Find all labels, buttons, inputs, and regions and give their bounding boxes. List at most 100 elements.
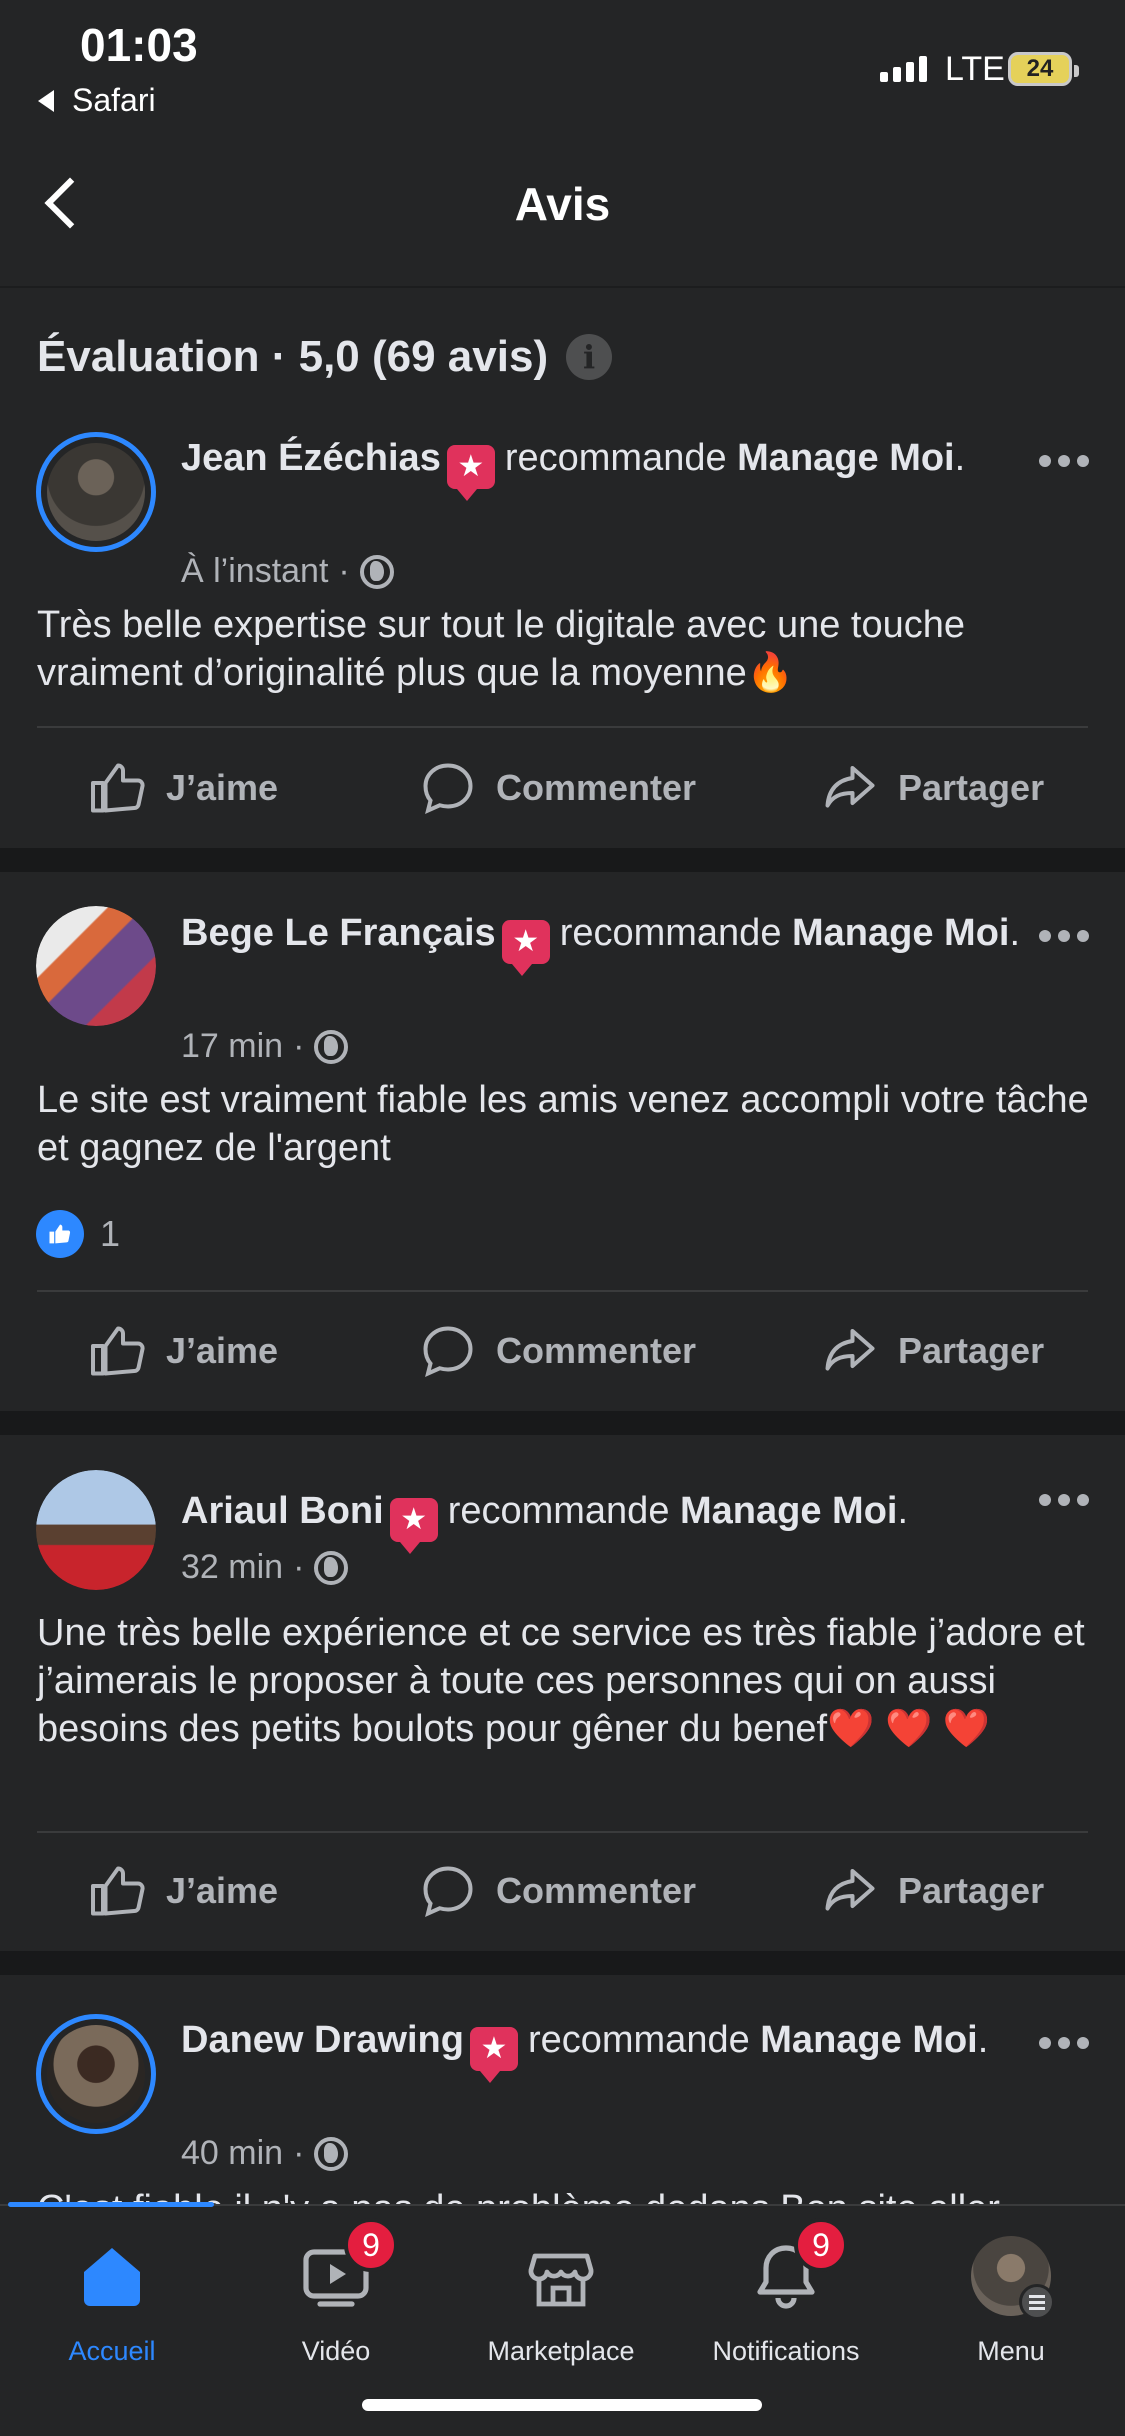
- clock: 01:03: [80, 19, 198, 71]
- avatar[interactable]: [36, 2014, 156, 2134]
- review-post: Danew Drawing ★ recommande Manage Moi. 40 …: [0, 1975, 1125, 2204]
- more-options-icon[interactable]: [1039, 2037, 1089, 2049]
- share-arrow-icon: [825, 1869, 875, 1911]
- reaction-count[interactable]: 1: [36, 1210, 120, 1258]
- like-button[interactable]: J’aime: [88, 1321, 278, 1381]
- review-text: Une très belle expérience et ce service …: [37, 1612, 1085, 1750]
- home-indicator: [362, 2399, 762, 2411]
- back-to-safari-link[interactable]: Safari: [38, 82, 156, 119]
- comment-button[interactable]: Commenter: [418, 1321, 696, 1381]
- page-title: Avis: [514, 178, 611, 230]
- comment-button[interactable]: Commenter: [418, 758, 696, 818]
- home-icon: [72, 2236, 152, 2316]
- review-text: Très belle expertise sur tout le digital…: [37, 604, 966, 694]
- post-time: À l’instant: [181, 552, 329, 590]
- post-time: 32 min: [181, 1548, 284, 1586]
- share-button[interactable]: Partager: [820, 1861, 1044, 1921]
- avatar-photo: [47, 2025, 145, 2123]
- share-button[interactable]: Partager: [820, 1321, 1044, 1381]
- post-separator: [0, 1951, 1125, 1975]
- post-meta: À l’instant ·: [181, 552, 394, 591]
- share-arrow-icon: [825, 1329, 875, 1371]
- page-header: Avis: [0, 125, 1125, 288]
- post-separator: [0, 848, 1125, 872]
- comment-icon: [423, 1866, 473, 1918]
- back-app-label: Safari: [72, 82, 156, 118]
- avatar-photo: [47, 443, 145, 541]
- globe-icon: [359, 554, 394, 589]
- comment-icon: [423, 763, 473, 815]
- share-button[interactable]: Partager: [820, 758, 1044, 818]
- back-triangle-icon: [38, 89, 54, 112]
- recommend-star-icon: ★: [446, 445, 495, 501]
- globe-icon: [314, 1550, 349, 1585]
- comment-icon: [423, 1326, 473, 1378]
- tab-label: Accueil: [68, 2336, 156, 2366]
- share-arrow-icon: [825, 766, 875, 808]
- globe-icon: [314, 1029, 349, 1064]
- post-meta: 32 min ·: [181, 1548, 349, 1587]
- tab-menu[interactable]: Menu: [911, 2236, 1111, 2367]
- battery-level: 24: [1026, 55, 1054, 82]
- bell-icon: 9: [746, 2218, 848, 2316]
- author-name[interactable]: Jean Ézéchias: [181, 437, 441, 479]
- tab-label: Menu: [977, 2336, 1045, 2366]
- page-name[interactable]: Manage Moi: [680, 1490, 897, 1532]
- tab-label: Marketplace: [487, 2336, 635, 2366]
- post-separator: [0, 1411, 1125, 1435]
- tab-marketplace[interactable]: Marketplace: [461, 2236, 661, 2367]
- recommend-star-icon: ★: [469, 2027, 518, 2083]
- thumbs-up-icon: [91, 1866, 145, 1916]
- like-reaction-icon: [36, 1210, 84, 1258]
- avatar-photo: [36, 1470, 156, 1590]
- post-headline: Bege Le Français ★ recommande Manage Moi.: [181, 905, 1021, 976]
- page-name[interactable]: Manage Moi: [737, 437, 954, 479]
- post-meta: 17 min ·: [181, 1027, 349, 1066]
- info-icon[interactable]: i: [566, 334, 613, 380]
- rating-summary: Évaluation · 5,0 (69 avis) i: [37, 332, 613, 382]
- menu-lines-icon: [1019, 2284, 1055, 2320]
- post-headline: Jean Ézéchias ★ recommande Manage Moi.: [181, 430, 1021, 501]
- tab-video[interactable]: 9 Vidéo: [236, 2218, 436, 2367]
- network-type: LTE: [945, 50, 1005, 88]
- avatar[interactable]: [36, 906, 156, 1026]
- more-options-icon[interactable]: [1039, 455, 1089, 467]
- rating-text: Évaluation · 5,0 (69 avis): [37, 332, 549, 381]
- avatar-photo: [36, 906, 156, 1026]
- tab-home[interactable]: Accueil: [12, 2236, 212, 2367]
- thumbs-up-icon: [91, 763, 145, 813]
- divider: [37, 1831, 1088, 1833]
- tab-label: Vidéo: [301, 2336, 371, 2366]
- author-name[interactable]: Bege Le Français: [181, 912, 496, 954]
- recommend-star-icon: ★: [389, 1498, 438, 1554]
- more-options-icon[interactable]: [1039, 930, 1089, 942]
- more-options-icon[interactable]: [1039, 1494, 1089, 1506]
- status-bar: 01:03 Safari LTE 24: [0, 0, 1125, 125]
- notifications-badge: 9: [794, 2218, 848, 2272]
- post-headline: Danew Drawing ★ recommande Manage Moi.: [181, 2012, 1021, 2083]
- tab-label: Notifications: [712, 2336, 860, 2366]
- marketplace-icon: [521, 2236, 601, 2316]
- author-name[interactable]: Ariaul Boni: [181, 1490, 384, 1532]
- like-button[interactable]: J’aime: [88, 758, 278, 818]
- post-time: 17 min: [181, 1027, 284, 1065]
- divider: [37, 726, 1088, 728]
- profile-avatar-icon: [971, 2236, 1055, 2320]
- author-name[interactable]: Danew Drawing: [181, 2019, 464, 2061]
- tab-notifications[interactable]: 9 Notifications: [686, 2218, 886, 2367]
- avatar[interactable]: [36, 1470, 156, 1590]
- like-count: 1: [100, 1213, 121, 1254]
- like-button[interactable]: J’aime: [88, 1861, 278, 1921]
- active-tab-indicator: [8, 2202, 214, 2207]
- post-meta: 40 min ·: [181, 2134, 349, 2173]
- review-text: Le site est vraiment fiable les amis ven…: [37, 1079, 1089, 1169]
- post-headline: Ariaul Boni ★ recommande Manage Moi.: [181, 1483, 1021, 1554]
- battery-icon: 24: [1008, 52, 1079, 86]
- comment-button[interactable]: Commenter: [418, 1861, 696, 1921]
- avatar[interactable]: [36, 432, 156, 552]
- globe-icon: [314, 2136, 349, 2171]
- page-name[interactable]: Manage Moi: [792, 912, 1009, 954]
- thumbs-up-icon: [91, 1326, 145, 1376]
- page-name[interactable]: Manage Moi: [760, 2019, 977, 2061]
- recommend-star-icon: ★: [501, 920, 550, 976]
